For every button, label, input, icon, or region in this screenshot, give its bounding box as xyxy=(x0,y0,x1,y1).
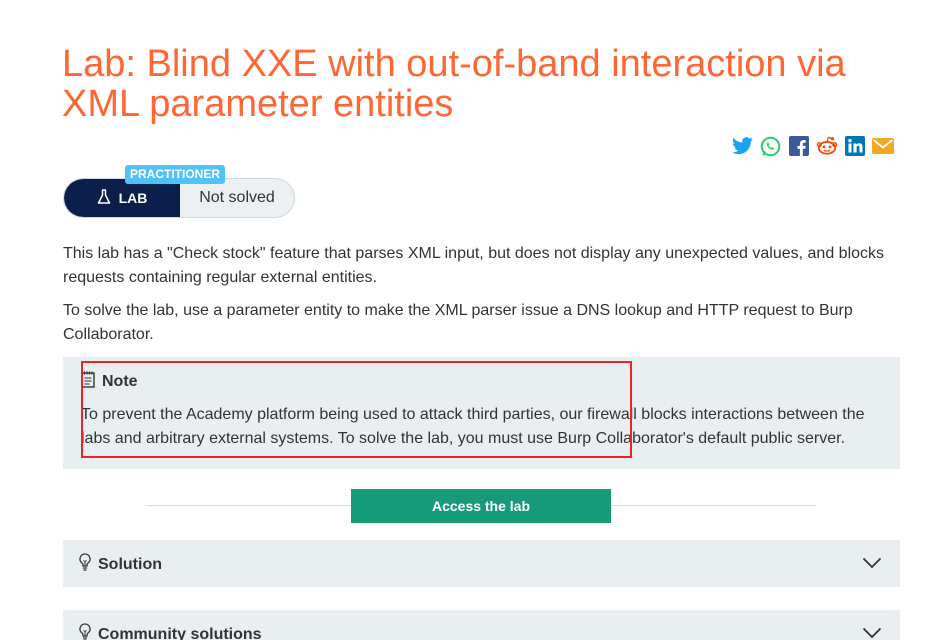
note-heading: Note xyxy=(81,371,138,393)
description-paragraph-2: To solve the lab, use a parameter entity… xyxy=(63,302,853,343)
practitioner-level-tag: PRACTITIONER xyxy=(125,165,225,184)
linkedin-icon[interactable] xyxy=(843,135,866,157)
description-paragraph-1: This lab has a "Check stock" feature tha… xyxy=(63,245,885,286)
reddit-icon[interactable] xyxy=(815,135,838,157)
community-solutions-accordion-header: Community solutions xyxy=(79,623,262,640)
note-box: Note To prevent the Academy platform bei… xyxy=(63,357,900,469)
whatsapp-icon[interactable] xyxy=(759,135,782,157)
facebook-icon[interactable] xyxy=(787,135,810,157)
solution-accordion[interactable]: Solution xyxy=(63,540,900,587)
flask-icon xyxy=(97,188,111,208)
community-solutions-label: Community solutions xyxy=(98,625,262,640)
share-bar xyxy=(731,135,894,157)
twitter-icon[interactable] xyxy=(731,135,754,157)
access-lab-button[interactable]: Access the lab xyxy=(351,489,611,523)
note-heading-text: Note xyxy=(102,373,138,390)
solution-label: Solution xyxy=(98,555,162,573)
email-icon[interactable] xyxy=(871,135,894,157)
lab-status-badge: LAB Not solved xyxy=(63,178,295,218)
lab-label: LAB xyxy=(64,179,180,217)
lab-label-text: LAB xyxy=(118,190,148,206)
chevron-down-icon[interactable] xyxy=(862,626,882,640)
chevron-down-icon[interactable] xyxy=(862,556,882,574)
note-text: To prevent the Academy platform being us… xyxy=(81,406,865,447)
lightbulb-icon xyxy=(79,553,91,576)
notepad-icon xyxy=(81,371,95,393)
community-solutions-accordion[interactable]: Community solutions xyxy=(63,610,900,640)
lightbulb-icon xyxy=(79,623,91,640)
solution-accordion-header: Solution xyxy=(79,553,162,576)
page-title: Lab: Blind XXE with out-of-band interact… xyxy=(62,43,846,125)
status-text: Not solved xyxy=(199,189,275,206)
